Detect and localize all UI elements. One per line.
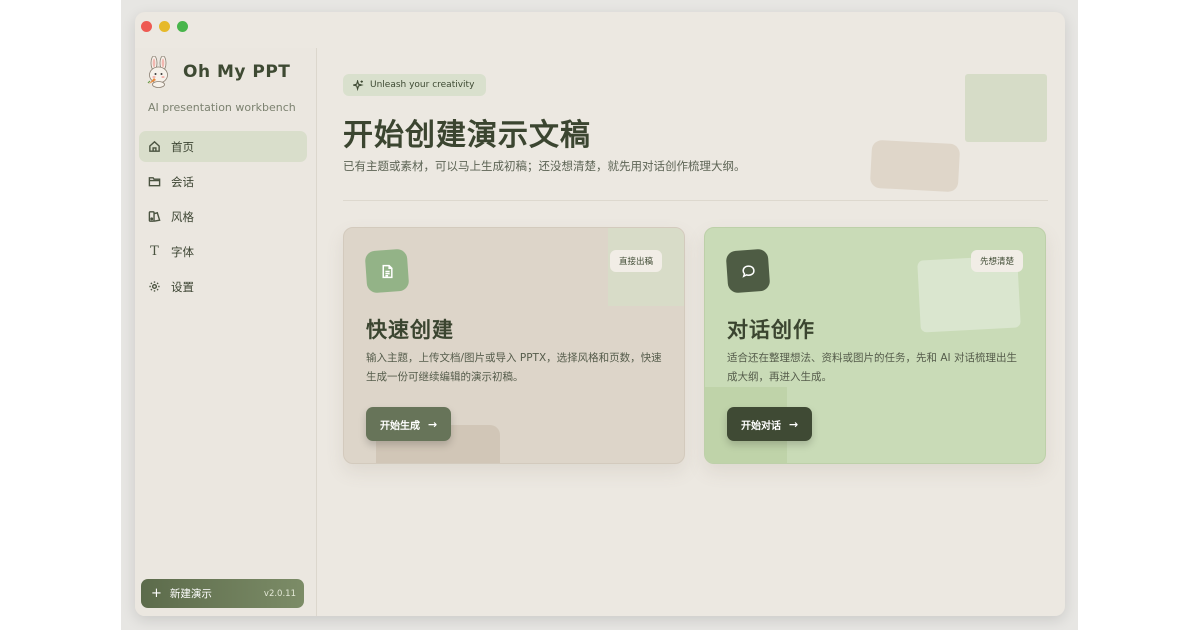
sidebar: Oh My PPT AI presentation workbench 首页 会… xyxy=(135,48,317,616)
palette-icon xyxy=(148,211,161,222)
sidebar-item-settings[interactable]: 设置 xyxy=(139,271,307,302)
chat-create-card[interactable]: 先想清楚 对话创作 适合还在整理想法、资料或图片的任务，先和 AI 对话梳理出生… xyxy=(704,227,1046,464)
card-description: 适合还在整理想法、资料或图片的任务，先和 AI 对话梳理出生成大纲，再进入生成。 xyxy=(727,352,1017,383)
card-title: 对话创作 xyxy=(727,318,815,342)
new-presentation-button[interactable]: + 新建演示 v2.0.11 xyxy=(141,579,304,608)
button-label: 开始对话 xyxy=(741,420,781,432)
sidebar-item-label: 风格 xyxy=(171,209,194,224)
card-tag: 直接出稿 xyxy=(609,250,662,272)
sidebar-item-home[interactable]: 首页 xyxy=(139,131,307,162)
sidebar-item-styles[interactable]: 风格 xyxy=(139,201,307,232)
card-description: 输入主题，上传文档/图片或导入 PPTX，选择风格和页数，快速生成一份可继续编辑… xyxy=(366,352,662,383)
card-title: 快速创建 xyxy=(366,318,454,342)
type-icon: T xyxy=(150,244,159,259)
folder-icon xyxy=(148,177,161,187)
sidebar-item-sessions[interactable]: 会话 xyxy=(139,166,307,197)
main-content: Unleash your creativity 开始创建演示文稿 已有主题或素材… xyxy=(318,48,1065,616)
app-window: Oh My PPT AI presentation workbench 首页 会… xyxy=(135,12,1065,616)
app-subtitle: AI presentation workbench xyxy=(148,101,296,114)
gear-icon xyxy=(149,281,160,292)
version-label: v2.0.11 xyxy=(263,588,296,599)
sidebar-item-label: 设置 xyxy=(171,279,194,294)
button-label: 开始生成 xyxy=(380,420,420,432)
sidebar-item-label: 会话 xyxy=(171,174,194,189)
arrow-right-icon: → xyxy=(428,417,438,431)
close-window-button[interactable] xyxy=(141,21,152,32)
quick-create-card[interactable]: 直接出稿 快速创建 输入主题，上传文档/图片或导入 PPTX，选择风格和页数，快… xyxy=(343,227,685,464)
app-name: Oh My PPT xyxy=(183,62,291,82)
sparkle-icon xyxy=(353,79,364,91)
sidebar-item-label: 首页 xyxy=(171,139,194,154)
arrow-right-icon: → xyxy=(789,417,799,431)
sidebar-item-fonts[interactable]: T 字体 xyxy=(139,236,307,267)
card-tag: 先想清楚 xyxy=(970,250,1023,272)
home-icon xyxy=(149,140,160,152)
plus-icon: + xyxy=(151,586,162,601)
decorative-blob xyxy=(869,139,961,193)
page-subtitle: 已有主题或素材，可以马上生成初稿；还没想清楚，就先用对话创作梳理大纲。 xyxy=(343,159,746,173)
tagline-pill: Unleash your creativity xyxy=(343,74,487,96)
window-controls xyxy=(141,21,188,32)
minimize-window-button[interactable] xyxy=(159,21,170,32)
rabbit-logo-icon xyxy=(147,56,168,88)
page-title: 开始创建演示文稿 xyxy=(343,118,591,153)
brand: Oh My PPT xyxy=(145,56,290,88)
chat-bubble-icon xyxy=(725,248,771,294)
start-generate-button[interactable]: 开始生成 → xyxy=(366,407,452,441)
tagline-text: Unleash your creativity xyxy=(370,80,475,90)
decorative-square xyxy=(965,74,1047,142)
start-chat-button[interactable]: 开始对话 → xyxy=(727,407,813,441)
sidebar-item-label: 字体 xyxy=(171,244,194,259)
divider xyxy=(343,200,1048,201)
sidebar-nav: 首页 会话 风格 T 字体 设置 xyxy=(139,131,307,306)
new-presentation-label: 新建演示 xyxy=(169,588,212,600)
document-icon xyxy=(364,248,410,294)
maximize-window-button[interactable] xyxy=(177,21,188,32)
